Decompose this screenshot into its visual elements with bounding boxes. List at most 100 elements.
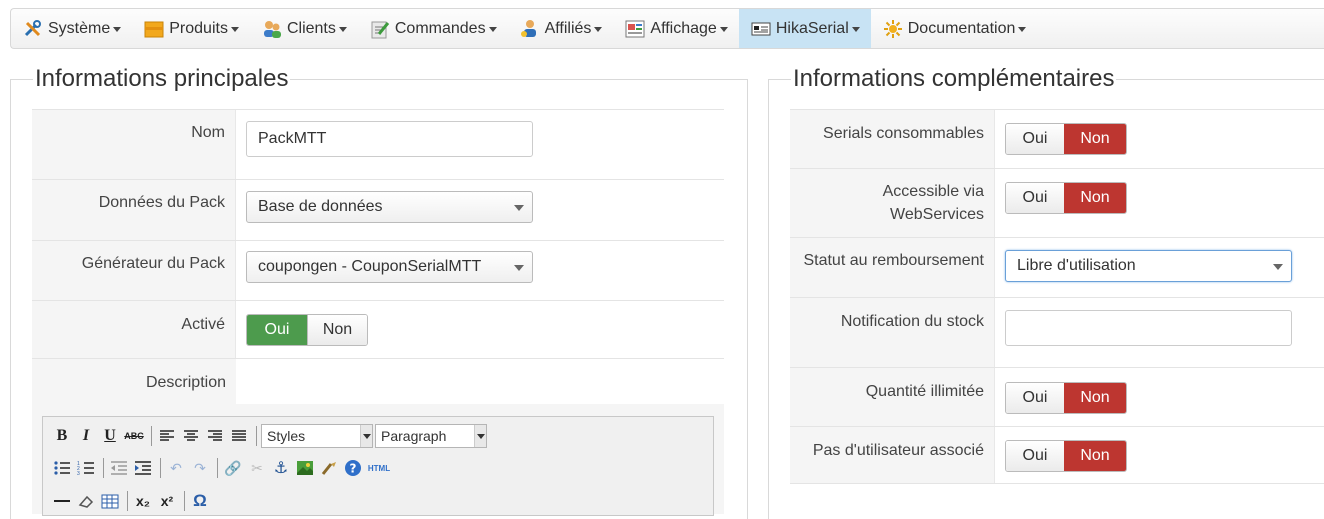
- active-no-button[interactable]: Non: [307, 315, 367, 345]
- consumable-toggle: Oui Non: [1005, 123, 1127, 155]
- tools-icon: [23, 19, 43, 39]
- consumable-label: Serials consommables: [790, 110, 995, 168]
- nom-label: Nom: [32, 110, 236, 179]
- unlink-icon[interactable]: ✂: [246, 457, 268, 479]
- refund-status-label: Statut au remboursement: [790, 238, 995, 297]
- webservices-no-button[interactable]: Non: [1064, 183, 1126, 213]
- chevron-down-icon: [230, 27, 239, 32]
- display-icon: [625, 19, 645, 39]
- help-circle-icon[interactable]: ?: [342, 457, 364, 479]
- no-user-no-button[interactable]: Non: [1064, 441, 1126, 471]
- menu-affilies-label: Affiliés: [544, 19, 592, 37]
- menu-systeme-label: Système: [48, 19, 111, 37]
- chevron-down-icon: [338, 27, 347, 32]
- menu-affilies[interactable]: Affiliés: [508, 9, 614, 48]
- chevron-down-icon: [851, 27, 860, 32]
- numbered-list-icon[interactable]: 123: [75, 457, 97, 479]
- menu-produits[interactable]: Produits: [132, 9, 250, 48]
- html-source-button[interactable]: HTML: [366, 457, 392, 479]
- redo-icon[interactable]: ↷: [189, 457, 211, 479]
- chevron-down-icon: [360, 425, 372, 447]
- menu-affichage-label: Affichage: [650, 19, 717, 37]
- row-unlimited-quantity: Quantité illimitée Oui Non: [790, 367, 1324, 426]
- no-user-toggle: Oui Non: [1005, 440, 1127, 472]
- align-center-icon[interactable]: [180, 425, 202, 447]
- unlimited-quantity-label: Quantité illimitée: [790, 368, 995, 426]
- italic-button[interactable]: I: [75, 425, 97, 447]
- top-menu-bar: Système Produits Clients Commandes Affil…: [10, 8, 1324, 49]
- outdent-icon[interactable]: [108, 457, 130, 479]
- align-left-icon[interactable]: [156, 425, 178, 447]
- unlimited-yes-button[interactable]: Oui: [1006, 383, 1064, 413]
- menu-hikaserial-label: HikaSerial: [775, 19, 849, 37]
- link-icon[interactable]: 🔗: [222, 457, 244, 479]
- row-nom: Nom PackMTT: [32, 109, 724, 179]
- align-right-icon[interactable]: [204, 425, 226, 447]
- row-webservices: Accessible via WebServices Oui Non: [790, 168, 1324, 237]
- active-yes-button[interactable]: Oui: [247, 315, 307, 345]
- chevron-down-icon: [488, 27, 497, 32]
- cleanup-icon[interactable]: [318, 457, 340, 479]
- extra-info-legend: Informations complémentaires: [791, 61, 1117, 97]
- anchor-icon[interactable]: ⚓: [270, 457, 292, 479]
- serial-icon: [751, 19, 771, 39]
- affiliates-icon: [520, 19, 540, 39]
- chevron-down-icon: [514, 265, 524, 271]
- consumable-no-button[interactable]: Non: [1064, 124, 1126, 154]
- image-icon[interactable]: [294, 457, 316, 479]
- row-refund-status: Statut au remboursement Libre d'utilisat…: [790, 237, 1324, 297]
- bold-button[interactable]: B: [51, 425, 73, 447]
- menu-affichage[interactable]: Affichage: [613, 9, 738, 48]
- description-label: Description: [32, 359, 236, 404]
- indent-icon[interactable]: [132, 457, 154, 479]
- pack-generator-select[interactable]: coupongen - CouponSerialMTT: [246, 251, 533, 283]
- order-icon: [370, 19, 390, 39]
- help-icon: [883, 19, 903, 39]
- stock-notification-input[interactable]: [1005, 310, 1292, 346]
- stock-notification-label: Notification du stock: [790, 298, 995, 367]
- pack-data-select[interactable]: Base de données: [246, 191, 533, 223]
- svg-text:?: ?: [350, 462, 357, 476]
- chevron-down-icon: [514, 205, 524, 211]
- webservices-yes-button[interactable]: Oui: [1006, 183, 1064, 213]
- row-stock-notification: Notification du stock: [790, 297, 1324, 367]
- menu-produits-label: Produits: [169, 19, 228, 37]
- box-icon: [144, 19, 164, 39]
- nom-input[interactable]: PackMTT: [246, 121, 533, 157]
- align-justify-icon[interactable]: [228, 425, 250, 447]
- styles-select[interactable]: Styles: [261, 424, 373, 448]
- no-user-yes-button[interactable]: Oui: [1006, 441, 1064, 471]
- menu-clients[interactable]: Clients: [250, 9, 358, 48]
- menu-documentation-label: Documentation: [907, 19, 1016, 37]
- row-consumable: Serials consommables Oui Non: [790, 109, 1324, 168]
- row-pack-generator: Générateur du Pack coupongen - CouponSer…: [32, 240, 724, 300]
- chevron-down-icon: [594, 27, 603, 32]
- row-no-user: Pas d'utilisateur associé Oui Non: [790, 426, 1324, 484]
- users-icon: [262, 19, 282, 39]
- bullet-list-icon[interactable]: [51, 457, 73, 479]
- active-label: Activé: [32, 301, 236, 358]
- chevron-down-icon: [1273, 264, 1283, 270]
- unlimited-no-button[interactable]: Non: [1064, 383, 1126, 413]
- webservices-label: Accessible via WebServices: [790, 169, 995, 237]
- menu-commandes[interactable]: Commandes: [358, 9, 508, 48]
- refund-status-select[interactable]: Libre d'utilisation: [1005, 250, 1292, 282]
- menu-documentation[interactable]: Documentation: [871, 9, 1038, 48]
- editor-toolbar-2: 123 ↶ ↷ 🔗 ✂ ⚓ ? HTML: [51, 457, 394, 479]
- description-editor: B I U ABC Styles Paragraph 123 ↶ ↷ 🔗 ✂ ⚓…: [42, 416, 714, 516]
- chevron-down-icon: [1018, 27, 1027, 32]
- unlimited-quantity-toggle: Oui Non: [1005, 382, 1127, 414]
- row-active: Activé Oui Non: [32, 300, 724, 358]
- no-user-label: Pas d'utilisateur associé: [790, 427, 995, 483]
- consumable-yes-button[interactable]: Oui: [1006, 124, 1064, 154]
- row-description: Description: [32, 358, 724, 404]
- menu-hikaserial[interactable]: HikaSerial: [738, 9, 871, 48]
- webservices-toggle: Oui Non: [1005, 182, 1127, 214]
- pack-data-label: Données du Pack: [32, 180, 236, 240]
- format-select[interactable]: Paragraph: [375, 424, 487, 448]
- strikethrough-button[interactable]: ABC: [123, 425, 145, 447]
- underline-button[interactable]: U: [99, 425, 121, 447]
- undo-icon[interactable]: ↶: [165, 457, 187, 479]
- menu-systeme[interactable]: Système: [11, 9, 132, 48]
- row-pack-data: Données du Pack Base de données: [32, 179, 724, 240]
